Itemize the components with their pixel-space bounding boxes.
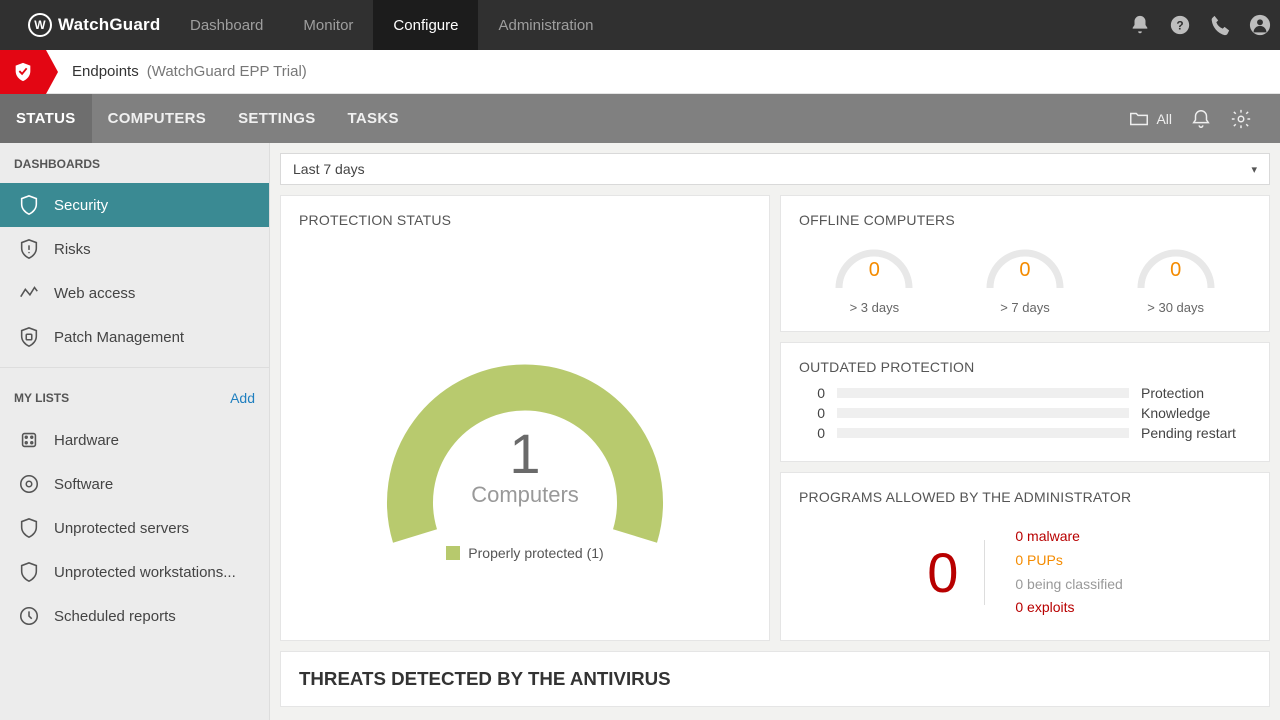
sidebar-icon <box>18 517 40 539</box>
main-content: Last 7 days ▾ PROTECTION STATUS 1 Comput… <box>270 143 1280 720</box>
panel-title: THREATS DETECTED BY THE ANTIVIRUS <box>299 668 1251 690</box>
subnav-tab-tasks[interactable]: TASKS <box>332 94 415 143</box>
topnav-tab-dashboard[interactable]: Dashboard <box>170 0 283 50</box>
add-list-button[interactable]: Add <box>230 390 255 406</box>
program-line[interactable]: 0 exploits <box>1015 596 1122 620</box>
panel-protection-status: PROTECTION STATUS 1 Computers Properly <box>280 195 770 641</box>
alerts-icon[interactable] <box>1120 0 1160 50</box>
subnav-tab-computers[interactable]: COMPUTERS <box>92 94 223 143</box>
user-icon[interactable] <box>1240 0 1280 50</box>
brand-mark-icon: W <box>28 13 52 37</box>
help-icon[interactable]: ? <box>1160 0 1200 50</box>
sidebar: DASHBOARDS SecurityRisksWeb accessPatch … <box>0 143 270 720</box>
sidebar-item-unprotected-workstations-[interactable]: Unprotected workstations... <box>0 550 269 594</box>
protection-gauge[interactable]: 1 Computers <box>370 301 680 521</box>
breadcrumb-sub: (WatchGuard EPP Trial) <box>147 63 307 80</box>
subnav-settings-icon[interactable] <box>1230 108 1252 130</box>
date-range-selector[interactable]: Last 7 days ▾ <box>280 153 1270 185</box>
sidebar-item-scheduled-reports[interactable]: Scheduled reports <box>0 594 269 638</box>
brand-logo: W WatchGuard <box>0 13 170 37</box>
sidebar-item-risks[interactable]: Risks <box>0 227 269 271</box>
filter-all-label: All <box>1156 111 1172 127</box>
sidebar-icon <box>18 605 40 627</box>
offline-gauge[interactable]: 0> 7 days <box>980 238 1070 315</box>
programs-total[interactable]: 0 <box>927 540 985 605</box>
program-line[interactable]: 0 being classified <box>1015 573 1122 597</box>
sidebar-icon <box>18 282 40 304</box>
panel-threats: THREATS DETECTED BY THE ANTIVIRUS <box>280 651 1270 707</box>
folder-icon <box>1128 108 1150 130</box>
sidebar-icon <box>18 326 40 348</box>
outdated-row[interactable]: 0Knowledge <box>799 405 1251 421</box>
subnav-tab-settings[interactable]: SETTINGS <box>222 94 331 143</box>
outdated-row[interactable]: 0Protection <box>799 385 1251 401</box>
topnav-tab-administration[interactable]: Administration <box>478 0 613 50</box>
filter-all[interactable]: All <box>1128 108 1172 130</box>
svg-text:?: ? <box>1176 19 1183 33</box>
panel-title: OUTDATED PROTECTION <box>799 359 1251 375</box>
subnav-alerts-icon[interactable] <box>1190 108 1212 130</box>
breadcrumb-root[interactable]: Endpoints <box>72 63 139 80</box>
sub-nav: STATUSCOMPUTERSSETTINGSTASKS All <box>0 94 1280 143</box>
brand-text: WatchGuard <box>58 15 160 35</box>
offline-gauge[interactable]: 0> 3 days <box>829 238 919 315</box>
sidebar-icon <box>18 238 40 260</box>
sidebar-item-security[interactable]: Security <box>0 183 269 227</box>
topnav-tab-monitor[interactable]: Monitor <box>283 0 373 50</box>
outdated-row[interactable]: 0Pending restart <box>799 425 1251 441</box>
panel-offline-computers: OFFLINE COMPUTERS 0> 3 days 0> 7 days 0> 3… <box>780 195 1270 332</box>
sidebar-item-unprotected-servers[interactable]: Unprotected servers <box>0 506 269 550</box>
sidebar-icon <box>18 561 40 583</box>
sidebar-dashboards-header: DASHBOARDS <box>0 143 269 183</box>
topnav-tabs: DashboardMonitorConfigureAdministration <box>170 0 614 50</box>
gauge-count: 1 <box>370 421 680 486</box>
offline-gauge[interactable]: 0> 30 days <box>1131 238 1221 315</box>
sidebar-icon <box>18 194 40 216</box>
gauge-label: Computers <box>370 482 680 508</box>
chevron-down-icon: ▾ <box>1251 163 1257 176</box>
sidebar-item-patch-management[interactable]: Patch Management <box>0 315 269 359</box>
sidebar-item-web-access[interactable]: Web access <box>0 271 269 315</box>
breadcrumb-bar: Endpoints (WatchGuard EPP Trial) <box>0 50 1280 94</box>
program-line[interactable]: 0 PUPs <box>1015 549 1122 573</box>
subnav-tab-status[interactable]: STATUS <box>0 94 92 143</box>
topnav-tab-configure[interactable]: Configure <box>373 0 478 50</box>
subnav-tabs: STATUSCOMPUTERSSETTINGSTASKS <box>0 94 415 143</box>
panel-title: OFFLINE COMPUTERS <box>799 212 1251 228</box>
panel-title: PROGRAMS ALLOWED BY THE ADMINISTRATOR <box>799 489 1251 505</box>
panel-title: PROTECTION STATUS <box>299 212 751 228</box>
program-line[interactable]: 0 malware <box>1015 525 1122 549</box>
sidebar-mylists-header: MY LISTS Add <box>0 376 269 418</box>
panel-programs-allowed: PROGRAMS ALLOWED BY THE ADMINISTRATOR 0 … <box>780 472 1270 641</box>
sidebar-item-software[interactable]: Software <box>0 462 269 506</box>
top-nav: W WatchGuard DashboardMonitorConfigureAd… <box>0 0 1280 50</box>
sidebar-item-hardware[interactable]: Hardware <box>0 418 269 462</box>
date-range-label: Last 7 days <box>293 161 365 177</box>
sidebar-icon <box>18 429 40 451</box>
product-icon[interactable] <box>0 50 46 94</box>
sidebar-icon <box>18 473 40 495</box>
panel-outdated-protection: OUTDATED PROTECTION 0Protection 0Knowledg… <box>780 342 1270 462</box>
phone-icon[interactable] <box>1200 0 1240 50</box>
